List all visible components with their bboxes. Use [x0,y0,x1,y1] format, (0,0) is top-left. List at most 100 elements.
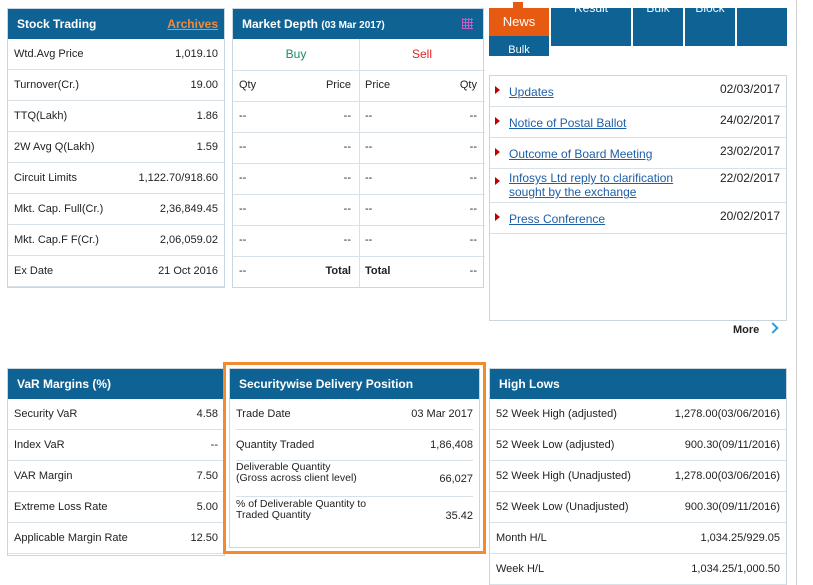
stock-trading-title: Stock Trading [17,17,97,31]
news-item-link[interactable]: Updates [509,85,719,99]
market-depth-row-line [233,132,485,133]
deliverable-quantity-label: Deliverable Quantity (Gross across clien… [236,462,357,484]
stock-trading-header: Stock Trading Archives [8,9,224,39]
buy-qty-cell: -- [239,172,247,184]
caret-right-icon [495,213,500,221]
sell-price-cell: -- [365,141,373,153]
stock-trading-row-label: Mkt. Cap. Full(Cr.) [14,203,104,215]
var-margins-panel: VaR Margins (%) Security VaR 4.58 Index Va… [7,368,225,556]
stock-trading-panel: Stock Trading Archives Wtd.Avg Price 1,01… [7,8,225,288]
var-margin-row: Applicable Margin Rate 12.50 [8,523,224,554]
deliverable-pct-label: % of Deliverable Quantity to Traded Quan… [236,499,366,521]
news-item-link[interactable]: Notice of Postal Ballot [509,116,719,130]
stock-trading-row-label: Mkt. Cap.F F(Cr.) [14,234,99,246]
news-item-link[interactable]: Outcome of Board Meeting [509,147,719,161]
grid-icon[interactable] [462,18,473,29]
var-margin-row-label: VAR Margin [14,470,73,482]
var-margin-row-value: 4.58 [196,408,218,420]
page-right-border [796,0,797,585]
market-depth-row-line [233,101,485,102]
sell-price-cell: -- [365,203,373,215]
news-item-link[interactable]: Infosys Ltd reply to clarification sough… [509,171,689,199]
stock-trading-row-label: Circuit Limits [14,172,77,184]
stock-trading-row: Mkt. Cap.F F(Cr.) 2,06,059.02 [8,225,224,256]
stock-trading-row-label: 2W Avg Q(Lakh) [14,141,95,153]
high-low-row-value: 1,034.25/1,000.50 [691,563,780,575]
high-low-row: 52 Week Low (Unadjusted) 900.30(09/11/201… [490,492,786,523]
var-margin-row: Index VaR -- [8,430,224,461]
market-depth-rule [233,70,485,71]
var-margin-row-value: 5.00 [196,501,218,513]
sell-price-cell: -- [365,234,373,246]
tab-result[interactable]: Result [551,8,631,46]
tab-bulk[interactable]: Bulk [633,8,683,46]
tab-bulk-label: Bulk [646,8,670,15]
deliverable-pct-value: 35.42 [445,510,473,522]
quantity-traded-label: Quantity Traded [236,439,315,451]
high-low-row-label: 52 Week Low (adjusted) [496,439,615,451]
sell-heading: Sell [411,47,432,61]
news-item-date: 23/02/2017 [719,144,780,158]
tab-block-label: Block [695,8,725,15]
buy-price-cell: -- [343,203,351,215]
stock-trading-row: 2W Avg Q(Lakh) 1.59 [8,132,224,163]
market-depth-row-line [233,256,485,257]
sell-qty-cell: -- [469,234,477,246]
stock-trading-row-label: Turnover(Cr.) [14,79,79,91]
delivery-panel: Securitywise Delivery Position Trade Dat… [229,368,480,548]
stock-trading-row-value: 19.00 [190,79,218,91]
stock-trading-row-value: 1.86 [196,110,218,122]
market-depth-title: Market Depth [242,17,319,31]
news-item-link[interactable]: Press Conference [509,212,719,226]
var-margin-row: Security VaR 4.58 [8,399,224,430]
buy-price-cell: -- [343,172,351,184]
tab-block[interactable]: Block [685,8,735,46]
tab-result-label: Result [573,8,608,15]
deliverable-quantity-row: Deliverable Quantity (Gross across clien… [236,461,473,497]
sell-qty-cell: -- [469,141,477,153]
stock-trading-row-label: Wtd.Avg Price [14,48,84,60]
tab-news-label: News [502,14,536,29]
stock-trading-row: Circuit Limits 1,122.70/918.60 [8,163,224,194]
chevron-right-icon [767,322,779,334]
buy-qty-total: -- [239,265,247,277]
high-low-row-value: 900.30(09/11/2016) [684,439,780,451]
news-item: Notice of Postal Ballot 24/02/2017 [490,107,786,138]
archives-link[interactable]: Archives [167,9,218,39]
news-item-date: 24/02/2017 [719,113,780,127]
sell-price-cell: -- [365,110,373,122]
market-depth-row-line [233,225,485,226]
stock-trading-row-value: 1,019.10 [175,48,218,60]
var-margin-row-value: 7.50 [196,470,218,482]
news-tabs: News Result Bulk Block Bulk [489,2,787,56]
trade-date-value: 03 Mar 2017 [411,408,473,420]
caret-right-icon [495,148,500,156]
high-low-row-label: 52 Week Low (Unadjusted) [496,501,629,513]
stock-trading-row: Mkt. Cap. Full(Cr.) 2,36,849.45 [8,194,224,225]
high-low-row-label: 52 Week High (adjusted) [496,408,617,420]
sell-qty-cell: -- [469,110,477,122]
market-depth-header: Market Depth (03 Mar 2017) [233,9,483,39]
high-low-row-label: 52 Week High (Unadjusted) [496,470,631,482]
buy-price-cell: -- [343,141,351,153]
var-margin-row-label: Extreme Loss Rate [14,501,108,513]
var-margins-title: VaR Margins (%) [17,377,112,391]
tab-news[interactable]: News [489,8,549,36]
var-margin-row-label: Security VaR [14,408,78,420]
var-margin-row-label: Index VaR [14,439,65,451]
news-more-link[interactable]: More [733,322,779,336]
stock-trading-row: Turnover(Cr.) 19.00 [8,70,224,101]
stock-trading-row-label: TTQ(Lakh) [14,110,68,122]
stock-trading-row-value: 1,122.70/918.60 [138,172,218,184]
news-tab-pointer [513,2,523,8]
news-item-date: 22/02/2017 [719,171,780,185]
tab-bulk-lower-label: Bulk [508,44,530,56]
buy-price-cell: -- [343,110,351,122]
stock-trading-row-label: Ex Date [14,265,54,277]
high-lows-header: High Lows [490,369,786,399]
delivery-title: Securitywise Delivery Position [239,377,414,391]
tab-more[interactable] [737,8,787,46]
var-margin-row: Extreme Loss Rate 5.00 [8,492,224,523]
news-item: Press Conference 20/02/2017 [490,203,786,234]
high-low-row: Week H/L 1,034.25/1,000.50 [490,554,786,585]
